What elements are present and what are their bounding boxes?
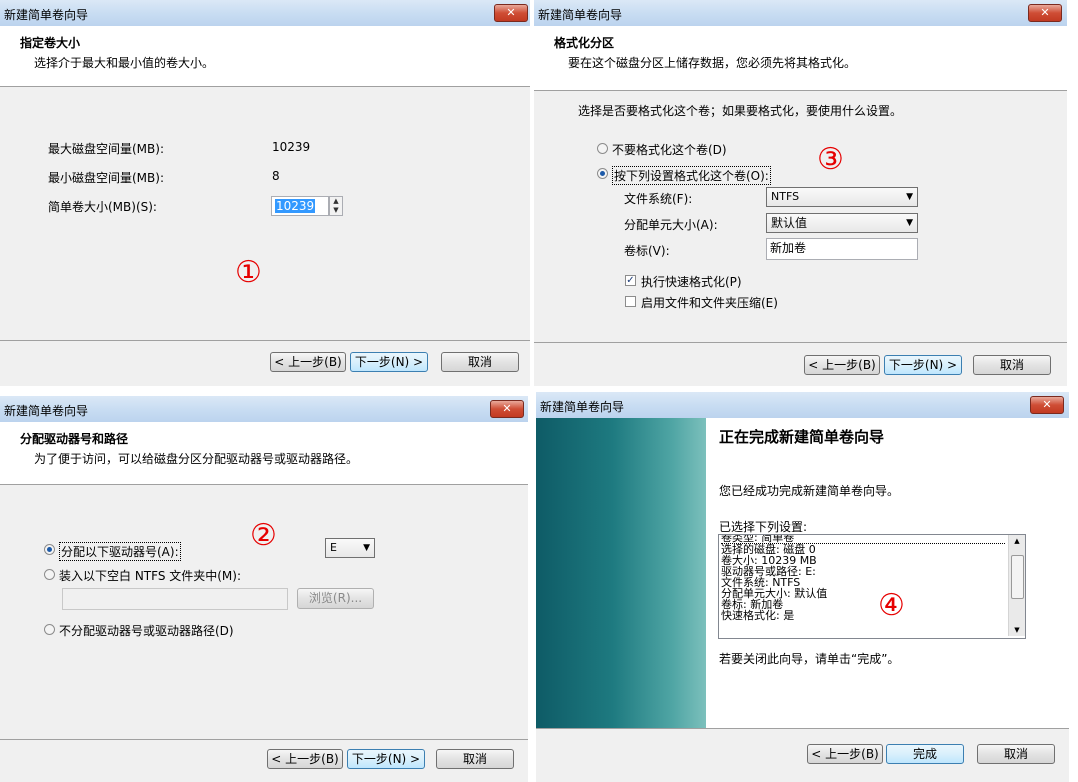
cancel-button[interactable]: 取消: [973, 355, 1051, 375]
step-marker-3: ③: [817, 142, 844, 177]
back-button[interactable]: < 上一步(B): [807, 744, 883, 764]
chevron-down-icon: ▼: [906, 218, 913, 228]
allocation-unit-select[interactable]: 默认值 ▼: [766, 213, 918, 233]
step-marker-4: ④: [878, 588, 905, 623]
page-title: 正在完成新建简单卷向导: [719, 428, 885, 446]
finish-button[interactable]: 完成: [886, 744, 964, 764]
volume-size-label: 简单卷大小(MB)(S):: [48, 200, 157, 214]
scroll-thumb[interactable]: [1011, 555, 1024, 599]
window-title: 新建简单卷向导: [540, 400, 625, 414]
radio-no-letter[interactable]: [44, 624, 55, 635]
spin-down-icon[interactable]: ▼: [330, 206, 342, 215]
page-subtitle: 为了便于访问，可以给磁盘分区分配驱动器号或驱动器路径。: [34, 452, 359, 466]
step-marker-1: ①: [235, 255, 262, 290]
wizard-panel-volume-size: 新建简单卷向导 ✕ 指定卷大小 选择介于最大和最小值的卷大小。 最大磁盘空间量(…: [0, 0, 530, 386]
wizard-panel-drive-letter: 新建简单卷向导 ✕ 分配驱动器号和路径 为了便于访问，可以给磁盘分区分配驱动器号…: [0, 396, 528, 782]
wizard-panel-completing: 新建简单卷向导 ✕ 正在完成新建简单卷向导 您已经成功完成新建简单卷向导。 已选…: [536, 392, 1069, 782]
success-message: 您已经成功完成新建简单卷向导。: [719, 484, 900, 498]
window-title: 新建简单卷向导: [4, 8, 89, 22]
close-button[interactable]: ✕: [490, 400, 524, 418]
compression-checkbox[interactable]: [625, 296, 636, 307]
settings-summary-list[interactable]: 卷类型: 简单卷 选择的磁盘: 磁盘 0 卷大小: 10239 MB 驱动器号或路径:…: [718, 534, 1026, 639]
window-title: 新建简单卷向导: [4, 404, 89, 418]
min-space-value: 8: [272, 169, 280, 183]
volume-label-input[interactable]: 新加卷: [766, 238, 918, 260]
page-title: 格式化分区: [554, 36, 615, 50]
scroll-up-icon[interactable]: ▲: [1009, 537, 1025, 545]
wizard-header: 分配驱动器号和路径 为了便于访问，可以给磁盘分区分配驱动器号或驱动器路径。: [0, 422, 528, 485]
close-button[interactable]: ✕: [494, 4, 528, 22]
compression-label[interactable]: 启用文件和文件夹压缩(E): [641, 294, 778, 311]
title-bar[interactable]: 新建简单卷向导 ✕: [536, 392, 1069, 418]
footer-divider: [0, 340, 530, 341]
next-button[interactable]: 下一步(N) >: [347, 749, 425, 769]
quick-format-label[interactable]: 执行快速格式化(P): [641, 273, 742, 290]
radio-format[interactable]: [597, 168, 608, 179]
file-system-label: 文件系统(F):: [624, 192, 693, 206]
cancel-button[interactable]: 取消: [441, 352, 519, 372]
drive-letter-value: E: [330, 541, 337, 554]
radio-no-format[interactable]: [597, 143, 608, 154]
browse-button[interactable]: 浏览(R)...: [297, 588, 374, 609]
max-space-label: 最大磁盘空间量(MB):: [48, 142, 164, 156]
wizard-side-banner: [536, 418, 706, 728]
quick-format-checkbox[interactable]: ✓: [625, 275, 636, 286]
back-button[interactable]: < 上一步(B): [270, 352, 346, 372]
cancel-button[interactable]: 取消: [977, 744, 1055, 764]
page-title: 分配驱动器号和路径: [20, 432, 129, 446]
spin-up-icon[interactable]: ▲: [330, 197, 342, 206]
volume-size-spinner[interactable]: ▲ ▼: [329, 196, 343, 216]
format-question: 选择是否要格式化这个卷；如果要格式化，要使用什么设置。: [578, 104, 903, 118]
close-hint: 若要关闭此向导，请单击“完成”。: [719, 652, 900, 666]
step-marker-2: ②: [250, 518, 277, 553]
radio-no-letter-label[interactable]: 不分配驱动器号或驱动器路径(D): [59, 622, 234, 639]
footer-divider: [534, 342, 1067, 343]
radio-mount-folder[interactable]: [44, 569, 55, 580]
chevron-down-icon: ▼: [363, 543, 370, 553]
wizard-panel-format-partition: 新建简单卷向导 ✕ 格式化分区 要在这个磁盘分区上储存数据，您必须先将其格式化。…: [534, 0, 1067, 386]
volume-size-value: 10239: [275, 199, 316, 213]
radio-assign-letter-label[interactable]: 分配以下驱动器号(A):: [59, 542, 181, 561]
mount-folder-path-input[interactable]: [62, 588, 288, 610]
file-system-value: NTFS: [771, 190, 800, 203]
title-bar[interactable]: 新建简单卷向导 ✕: [0, 0, 530, 26]
settings-text: 卷类型: 简单卷 选择的磁盘: 磁盘 0 卷大小: 10239 MB 驱动器号或路径:…: [721, 535, 1005, 622]
next-button[interactable]: 下一步(N) >: [884, 355, 962, 375]
page-subtitle: 选择介于最大和最小值的卷大小。: [34, 56, 215, 70]
allocation-unit-value: 默认值: [771, 216, 808, 230]
radio-format-label[interactable]: 按下列设置格式化这个卷(O):: [612, 166, 771, 185]
close-button[interactable]: ✕: [1030, 396, 1064, 414]
volume-label-value: 新加卷: [770, 241, 807, 255]
max-space-value: 10239: [272, 140, 311, 154]
title-bar[interactable]: 新建简单卷向导 ✕: [534, 0, 1067, 26]
volume-label-label: 卷标(V):: [624, 244, 670, 258]
min-space-label: 最小磁盘空间量(MB):: [48, 171, 164, 185]
scroll-down-icon[interactable]: ▼: [1009, 626, 1025, 634]
back-button[interactable]: < 上一步(B): [267, 749, 343, 769]
page-title: 指定卷大小: [20, 36, 81, 50]
settings-scrollbar[interactable]: ▲ ▼: [1008, 535, 1025, 636]
volume-size-input[interactable]: 10239: [271, 196, 329, 216]
radio-assign-letter[interactable]: [44, 544, 55, 555]
drive-letter-select[interactable]: E ▼: [325, 538, 375, 558]
allocation-unit-label: 分配单元大小(A):: [624, 218, 718, 232]
radio-no-format-label[interactable]: 不要格式化这个卷(D): [612, 141, 727, 158]
settings-line: 快速格式化: 是: [721, 609, 795, 622]
file-system-select[interactable]: NTFS ▼: [766, 187, 918, 207]
title-bar[interactable]: 新建简单卷向导 ✕: [0, 396, 528, 422]
wizard-header: 指定卷大小 选择介于最大和最小值的卷大小。: [0, 26, 530, 87]
radio-mount-folder-label[interactable]: 装入以下空白 NTFS 文件夹中(M):: [59, 567, 241, 584]
back-button[interactable]: < 上一步(B): [804, 355, 880, 375]
chevron-down-icon: ▼: [906, 192, 913, 202]
footer-divider: [536, 728, 1069, 729]
page-subtitle: 要在这个磁盘分区上储存数据，您必须先将其格式化。: [568, 56, 857, 70]
selected-settings-label: 已选择下列设置:: [719, 520, 808, 534]
cancel-button[interactable]: 取消: [436, 749, 514, 769]
window-title: 新建简单卷向导: [538, 8, 623, 22]
close-button[interactable]: ✕: [1028, 4, 1062, 22]
footer-divider: [0, 739, 528, 740]
wizard-header: 格式化分区 要在这个磁盘分区上储存数据，您必须先将其格式化。: [534, 26, 1067, 91]
next-button[interactable]: 下一步(N) >: [350, 352, 428, 372]
